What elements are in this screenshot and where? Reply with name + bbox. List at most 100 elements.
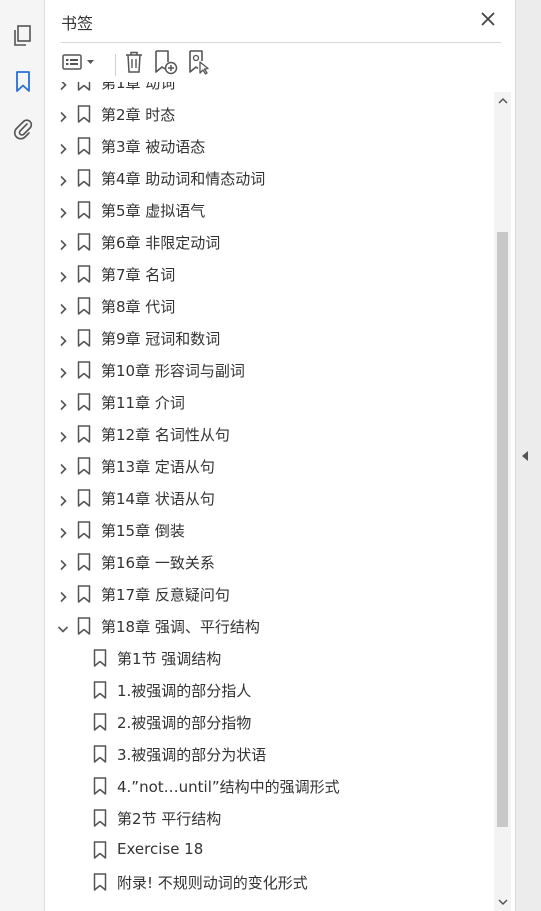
scroll-down-icon[interactable] [494,893,511,911]
chevron-right-icon[interactable] [57,236,69,251]
vertical-scrollbar[interactable] [494,92,511,911]
new-bookmark-icon [152,49,178,79]
chapter-bookmark[interactable]: 第11章 介词 [45,386,495,418]
bookmark-item-icon [93,649,107,667]
bookmark-item-icon [77,233,91,251]
pages-icon[interactable] [11,24,35,48]
section-bookmark[interactable]: 4.”not…until”结构中的强调形式 [45,770,495,802]
chevron-right-icon[interactable] [57,332,69,347]
bookmark-label: 第4章 助动词和情态动词 [101,170,266,188]
chevron-right-icon[interactable] [57,204,69,219]
options-menu-icon [61,52,97,76]
chapter-bookmark[interactable]: 第6章 非限定动词 [45,226,495,258]
left-navigation-bar [0,0,45,911]
bookmarks-toolbar [57,50,497,80]
bookmarks-panel: 书签 第1章 动词 第2章 时态 第3章 被动语态 第4章 助动词和情态动词 第… [45,0,515,911]
bookmark-label: 第2章 时态 [101,106,176,124]
bookmark-item-icon [77,585,91,603]
chapter-bookmark[interactable]: 第15章 倒装 [45,514,495,546]
chevron-right-icon[interactable] [57,492,69,507]
bookmark-label: 4.”not…until”结构中的强调形式 [117,778,340,796]
chevron-right-icon[interactable] [57,364,69,379]
chevron-down-icon[interactable] [57,620,69,633]
bookmark-label: 第3章 被动语态 [101,138,206,156]
bookmark-item-icon [93,745,107,763]
section-bookmark[interactable]: 2.被强调的部分指物 [45,706,495,738]
bookmark-item-icon [93,713,107,731]
chapter-bookmark[interactable]: 第13章 定语从句 [45,450,495,482]
panel-title: 书签 [61,14,94,33]
bookmark-item-icon [77,425,91,443]
chevron-right-icon[interactable] [57,140,69,155]
toolbar-divider [115,54,116,76]
bookmark-label: 第13章 定语从句 [101,458,215,476]
close-icon[interactable] [477,8,499,30]
bookmark-label: 2.被强调的部分指物 [117,714,252,732]
chevron-right-icon[interactable] [57,556,69,571]
header-divider [61,42,501,43]
chapter-bookmark[interactable]: 第17章 反意疑问句 [45,578,495,610]
chapter-bookmark[interactable]: 第5章 虚拟语气 [45,194,495,226]
chevron-right-icon[interactable] [57,460,69,475]
bookmark-tree: 第1章 动词第2章 时态第3章 被动语态第4章 助动词和情态动词第5章 虚拟语气… [45,82,495,911]
chapter-bookmark[interactable]: 第9章 冠词和数词 [45,322,495,354]
chapter-bookmark[interactable]: 第8章 代词 [45,290,495,322]
new-bookmark-button[interactable] [151,50,179,78]
chapter-bookmark[interactable]: 第1章 动词 [45,82,495,98]
bookmark-label: 3.被强调的部分为状语 [117,746,267,764]
scrollbar-thumb[interactable] [497,232,508,827]
bookmark-item-icon [77,361,91,379]
bookmark-label: 第1节 强调结构 [117,650,222,668]
bookmark-label: 第16章 一致关系 [101,554,215,572]
bookmark-item-icon [77,169,91,187]
bookmark-item-icon [77,521,91,539]
collapse-panel-icon[interactable] [522,451,528,461]
bookmark-label: 第8章 代词 [101,298,176,316]
chapter-bookmark[interactable]: 第2章 时态 [45,98,495,130]
bookmark-item-icon [93,809,107,827]
chevron-right-icon[interactable] [57,268,69,283]
bookmark-icon[interactable] [11,70,35,94]
chevron-right-icon[interactable] [57,524,69,539]
chapter-bookmark[interactable]: 第12章 名词性从句 [45,418,495,450]
chevron-right-icon[interactable] [57,172,69,187]
chapter-bookmark[interactable]: 第3章 被动语态 [45,130,495,162]
bookmark-label: Exercise 18 [117,840,204,858]
chapter-bookmark[interactable]: 第16章 一致关系 [45,546,495,578]
bookmark-label: 第6章 非限定动词 [101,234,221,252]
chapter-bookmark[interactable]: 第4章 助动词和情态动词 [45,162,495,194]
bookmark-label: 1.被强调的部分指人 [117,682,252,700]
chevron-right-icon[interactable] [57,588,69,603]
chevron-right-icon[interactable] [57,428,69,443]
attachment-icon[interactable] [11,116,35,140]
section-bookmark[interactable]: 第1节 强调结构 [45,642,495,674]
bookmark-label: 第10章 形容词与副词 [101,362,245,380]
chapter-bookmark[interactable]: 第7章 名词 [45,258,495,290]
bookmark-label: 第1章 动词 [101,82,176,92]
chevron-right-icon[interactable] [57,300,69,315]
chapter-bookmark[interactable]: 第14章 状语从句 [45,482,495,514]
section-bookmark[interactable]: Exercise 18 [45,834,495,866]
bookmark-item-icon [77,201,91,219]
section-bookmark[interactable]: 3.被强调的部分为状语 [45,738,495,770]
delete-button[interactable] [121,50,147,78]
bookmark-item-icon [77,617,91,635]
chevron-right-icon[interactable] [57,82,69,91]
chevron-right-icon[interactable] [57,396,69,411]
bookmark-label: 附录! 不规则动词的变化形式 [117,874,308,892]
chapter-bookmark[interactable]: 第10章 形容词与副词 [45,354,495,386]
scroll-up-icon[interactable] [494,92,511,110]
bookmark-label: 第7章 名词 [101,266,176,284]
bookmark-from-selection-button[interactable] [185,50,213,78]
section-bookmark[interactable]: 1.被强调的部分指人 [45,674,495,706]
bookmark-item-icon [77,553,91,571]
bookmark-item-icon [93,681,107,699]
delete-icon [123,50,145,78]
bookmark-item-icon [93,777,107,795]
panel-collapse-strip[interactable] [515,0,541,911]
section-bookmark[interactable]: 附录! 不规则动词的变化形式 [45,866,495,898]
chapter-bookmark[interactable]: 第18章 强调、平行结构 [45,610,495,642]
chevron-right-icon[interactable] [57,108,69,123]
section-bookmark[interactable]: 第2节 平行结构 [45,802,495,834]
options-menu-button[interactable] [59,50,99,78]
